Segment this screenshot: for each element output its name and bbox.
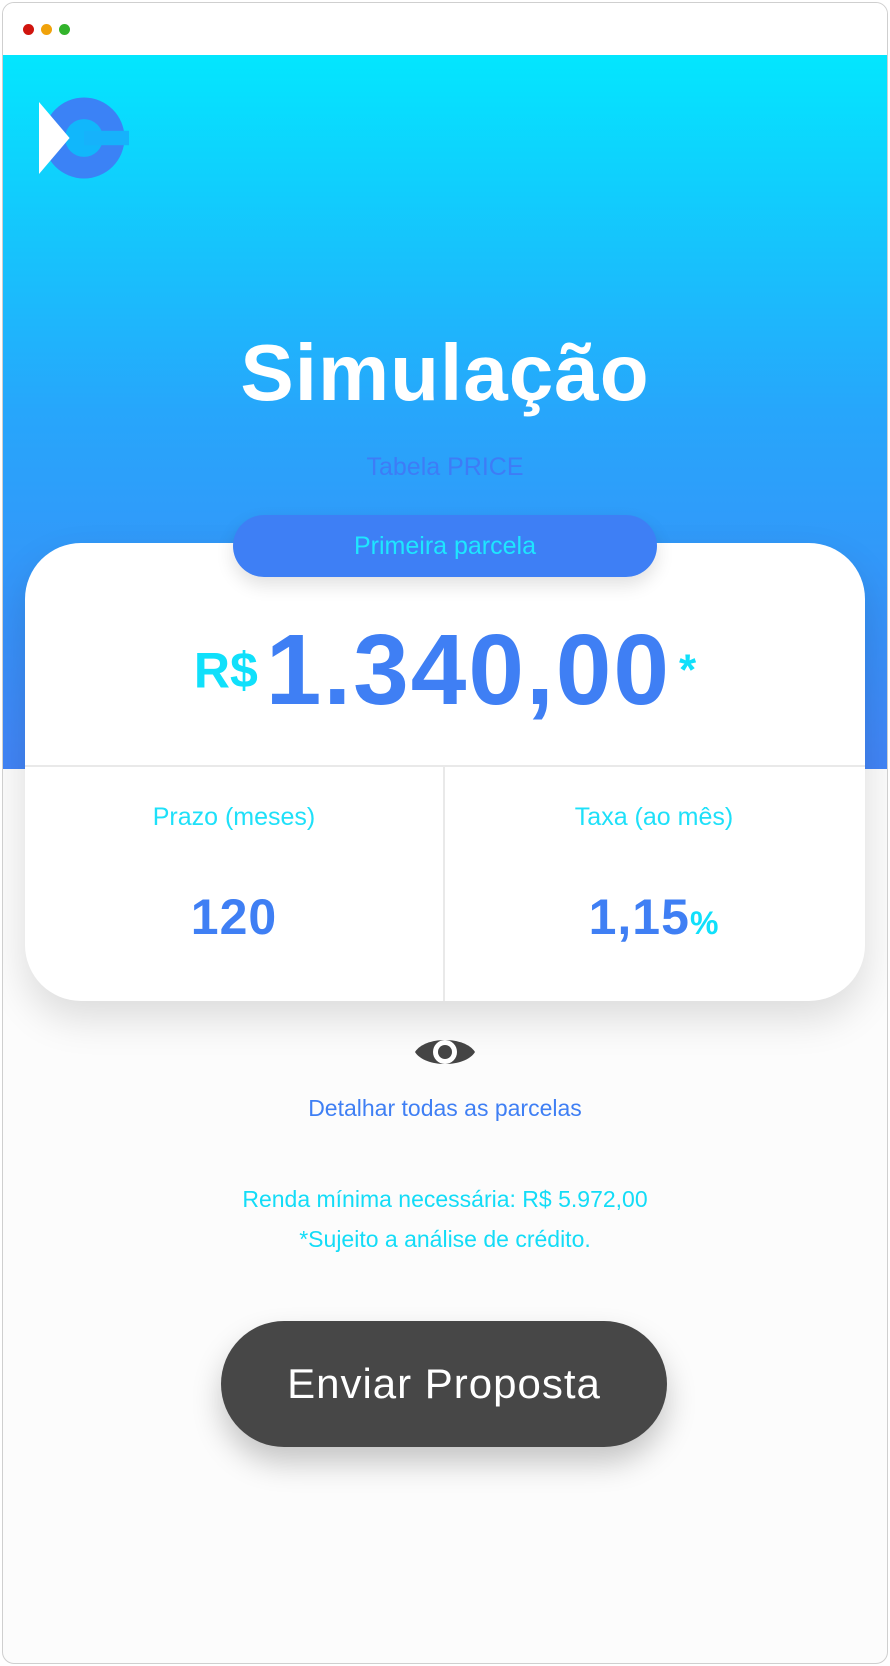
simulation-card: R$1.340,00 * Prazo (meses) 120 Taxa (ao m… xyxy=(25,543,865,1001)
term-label: Prazo (meses) xyxy=(152,803,316,831)
installment-value: 1.340,00 xyxy=(265,614,672,726)
details-all-installments-link[interactable]: Detalhar todas as parcelas xyxy=(3,1095,887,1122)
min-income-text: Renda mínima necessária: R$ 5.972,00 xyxy=(242,1186,648,1212)
rate-value: 1,15 xyxy=(588,889,690,945)
card-divider-horizontal xyxy=(25,765,865,767)
credit-disclaimer-text: *Sujeito a análise de crédito. xyxy=(299,1226,591,1252)
installment-amount: R$1.340,00 * xyxy=(25,613,865,728)
card-divider-vertical xyxy=(443,765,445,1001)
first-installment-badge: Primeira parcela xyxy=(233,515,657,577)
rate-value-group: 1,15% xyxy=(445,888,863,946)
window-chrome xyxy=(3,3,887,55)
income-info: Renda mínima necessária: R$ 5.972,00 *Su… xyxy=(3,1179,887,1259)
rate-label: Taxa (ao mês) xyxy=(574,803,734,831)
page-title: Simulação xyxy=(240,328,650,417)
brand-c-logo-icon xyxy=(39,97,129,179)
minimize-window-dot[interactable] xyxy=(41,24,52,35)
app-window: Simulação Tabela PRICE R$1.340,00 * Prazo… xyxy=(2,2,888,1664)
currency-symbol: R$ xyxy=(193,642,258,699)
page-subtitle: Tabela PRICE xyxy=(366,453,524,481)
rate-unit: % xyxy=(689,905,720,941)
term-value: 120 xyxy=(190,889,278,945)
send-proposal-button[interactable]: Enviar Proposta xyxy=(221,1321,667,1447)
footnote-mark: * xyxy=(679,645,697,695)
maximize-window-dot[interactable] xyxy=(59,24,70,35)
eye-icon[interactable] xyxy=(413,1031,477,1073)
close-window-dot[interactable] xyxy=(23,24,34,35)
